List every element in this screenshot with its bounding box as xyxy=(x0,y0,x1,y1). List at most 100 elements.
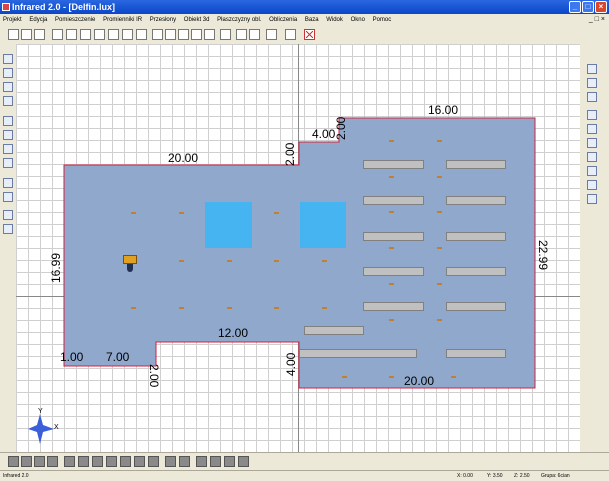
person-tool-4-icon[interactable] xyxy=(238,456,249,467)
menu-baza[interactable]: Baza xyxy=(302,14,322,26)
room-floor-plan[interactable] xyxy=(16,44,580,452)
layers-tool-icon[interactable] xyxy=(3,210,13,220)
menu-obliczenia[interactable]: Obliczenia xyxy=(266,14,300,26)
wall-tool-icon[interactable] xyxy=(3,116,13,126)
measurement-point xyxy=(342,376,347,378)
room-tool-4-icon[interactable] xyxy=(94,29,105,40)
menu-plaszczyzny[interactable]: Płaszczyzny obl. xyxy=(214,14,264,26)
room-tool-3-icon[interactable] xyxy=(80,29,91,40)
ir-heater[interactable] xyxy=(299,349,417,358)
person-tool-1-icon[interactable] xyxy=(196,456,207,467)
fill-tool-icon[interactable] xyxy=(3,224,13,234)
menu-okno[interactable]: Okno xyxy=(348,14,368,26)
curve-tool-icon[interactable] xyxy=(3,144,13,154)
ir-heater[interactable] xyxy=(446,196,506,205)
room-tool-2-icon[interactable] xyxy=(66,29,77,40)
view-3d-icon[interactable] xyxy=(236,29,247,40)
chair-tool-2-icon[interactable] xyxy=(78,456,89,467)
ir-heater[interactable] xyxy=(446,160,506,169)
arrow-up-icon[interactable] xyxy=(165,456,176,467)
block-tool-2-icon[interactable] xyxy=(21,456,32,467)
dimension-label: 16.99 xyxy=(49,252,63,283)
skylight-window[interactable] xyxy=(300,202,346,248)
save-icon[interactable] xyxy=(34,29,45,40)
open-file-icon[interactable] xyxy=(21,29,32,40)
menu-pomieszczenie[interactable]: Pomieszczenie xyxy=(52,14,98,26)
box-tool-icon[interactable] xyxy=(3,96,13,106)
ir-heater[interactable] xyxy=(363,267,424,276)
stairs-tool-icon[interactable] xyxy=(587,152,597,162)
ir-heater[interactable] xyxy=(446,302,506,311)
close-button[interactable]: × xyxy=(595,1,607,13)
line-tool-icon[interactable] xyxy=(3,130,13,140)
ir-heater[interactable] xyxy=(363,160,424,169)
mdi-controls[interactable]: _ □ × xyxy=(589,14,605,26)
settings-icon[interactable] xyxy=(587,194,597,204)
view-iso-icon[interactable] xyxy=(587,138,597,148)
person-tool-2-icon[interactable] xyxy=(210,456,221,467)
rectangle-tool-icon[interactable] xyxy=(3,158,13,168)
chair-tool-6-icon[interactable] xyxy=(134,456,145,467)
grid-tool-icon[interactable] xyxy=(3,178,13,188)
view-2d-icon[interactable] xyxy=(220,29,231,40)
ir-heater[interactable] xyxy=(363,302,424,311)
sphere-tool-icon[interactable] xyxy=(3,54,13,64)
room-tool-7-icon[interactable] xyxy=(136,29,147,40)
move-points-icon[interactable] xyxy=(165,29,176,40)
menu-promienniki[interactable]: Promienniki IR xyxy=(100,14,145,26)
ir-heater[interactable] xyxy=(446,349,506,358)
y-axis-label: Y xyxy=(38,408,43,415)
document-icon[interactable] xyxy=(249,29,260,40)
block-tool-1-icon[interactable] xyxy=(8,456,19,467)
points-tool-icon[interactable] xyxy=(3,192,13,202)
menu-przeslony[interactable]: Przesłony xyxy=(147,14,179,26)
ir-heater[interactable] xyxy=(304,326,364,335)
ramp-tool-icon[interactable] xyxy=(587,166,597,176)
menu-pomoc[interactable]: Pomoc xyxy=(370,14,395,26)
calculator-icon[interactable] xyxy=(266,29,277,40)
arrow-tool-icon[interactable] xyxy=(587,180,597,190)
new-file-icon[interactable] xyxy=(8,29,19,40)
menu-widok[interactable]: Widok xyxy=(323,14,346,26)
ir-heater[interactable] xyxy=(363,232,424,241)
menu-obiekt3d[interactable]: Obiekt 3d xyxy=(181,14,213,26)
add-point-icon[interactable] xyxy=(587,78,597,88)
drawing-canvas[interactable]: 20.00 4.00 2.00 2.00 16.00 16.99 22.99 1… xyxy=(16,44,580,452)
skylight-window[interactable] xyxy=(205,202,252,248)
table-tool-icon[interactable] xyxy=(148,456,159,467)
pan-icon[interactable] xyxy=(178,29,189,40)
room-tool-6-icon[interactable] xyxy=(122,29,133,40)
view-side-icon[interactable] xyxy=(587,124,597,134)
circle-tool-icon[interactable] xyxy=(179,456,190,467)
chair-tool-1-icon[interactable] xyxy=(64,456,75,467)
maximize-button[interactable]: □ xyxy=(582,1,594,13)
delete-icon[interactable] xyxy=(304,29,315,40)
ir-heater[interactable] xyxy=(446,267,506,276)
rotate-icon[interactable] xyxy=(191,29,202,40)
menu-projekt[interactable]: Projekt xyxy=(0,14,25,26)
orientation-compass: X Y xyxy=(28,408,59,444)
minimize-button[interactable]: _ xyxy=(569,1,581,13)
block-tool-4-icon[interactable] xyxy=(47,456,58,467)
person-tool-3-icon[interactable] xyxy=(224,456,235,467)
block-tool-3-icon[interactable] xyxy=(34,456,45,467)
report-icon[interactable] xyxy=(285,29,296,40)
angle-tool-icon[interactable] xyxy=(587,92,597,102)
dimension-tool-icon[interactable] xyxy=(587,64,597,74)
ir-heater[interactable] xyxy=(363,196,424,205)
menu-edycja[interactable]: Edycja xyxy=(26,14,50,26)
chair-tool-5-icon[interactable] xyxy=(120,456,131,467)
chair-tool-3-icon[interactable] xyxy=(92,456,103,467)
view-front-icon[interactable] xyxy=(587,110,597,120)
chair-tool-4-icon[interactable] xyxy=(106,456,117,467)
ir-emitter-object[interactable] xyxy=(123,255,137,273)
measurement-point xyxy=(389,176,394,178)
select-point-icon[interactable] xyxy=(152,29,163,40)
image-icon[interactable] xyxy=(204,29,215,40)
ir-heater[interactable] xyxy=(446,232,506,241)
cube-tool-icon[interactable] xyxy=(3,68,13,78)
dimension-label: 2.00 xyxy=(283,142,297,166)
room-tool-5-icon[interactable] xyxy=(108,29,119,40)
cylinder-tool-icon[interactable] xyxy=(3,82,13,92)
room-tool-1-icon[interactable] xyxy=(52,29,63,40)
